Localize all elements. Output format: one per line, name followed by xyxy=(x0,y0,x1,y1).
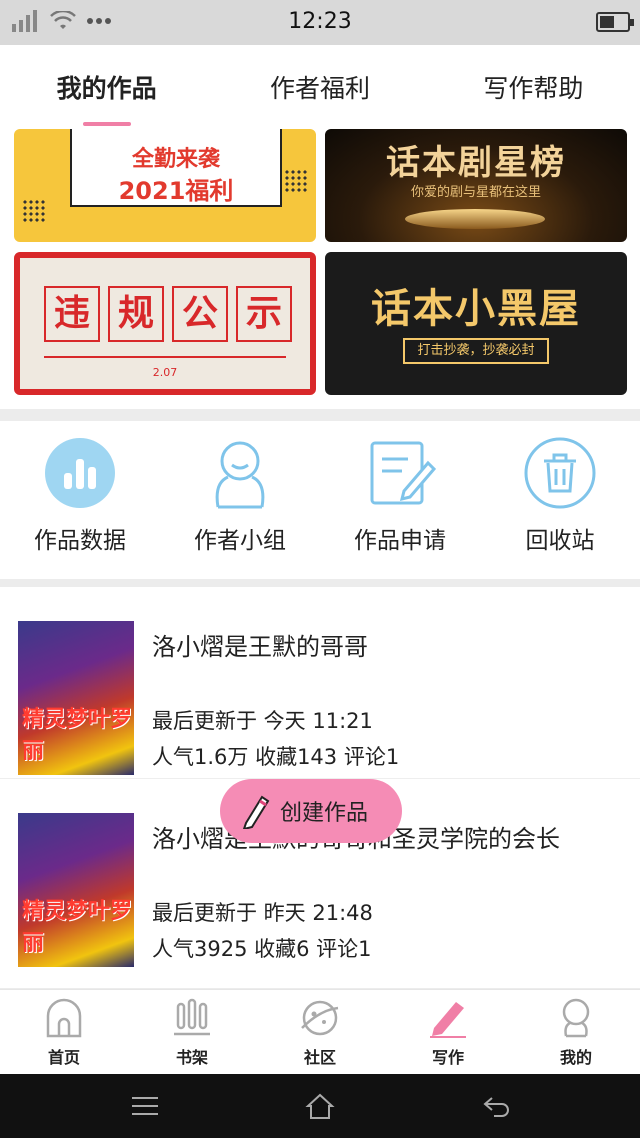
nav-label: 社区 xyxy=(303,1048,336,1067)
clock: 12:23 xyxy=(288,9,352,34)
welfare-banner[interactable]: 全勤来袭 2021福利 xyxy=(14,129,316,242)
home-button-icon[interactable] xyxy=(305,1092,335,1120)
bar-chart-icon xyxy=(45,438,115,508)
blacklist-subtitle: 打击抄袭，抄袭必封 xyxy=(403,338,549,364)
stage-graphic xyxy=(405,209,545,229)
create-work-label: 创建作品 xyxy=(280,801,369,826)
divider xyxy=(44,356,286,358)
pencil-icon xyxy=(242,795,270,829)
bookshelf-icon xyxy=(174,998,210,1036)
work-title: 洛小熠是王默的哥哥 xyxy=(152,633,368,661)
back-icon[interactable] xyxy=(482,1092,512,1120)
dot-pattern xyxy=(284,169,308,193)
violation-title: 违 规 公 示 xyxy=(44,286,292,342)
banner-card: 全勤来袭 2021福利 xyxy=(70,129,282,207)
nav-label: 我的 xyxy=(559,1048,592,1067)
status-bar: 12:23 xyxy=(0,0,640,45)
battery-icon xyxy=(596,12,634,32)
bottom-nav: 首页 书架 社区 写作 我的 xyxy=(0,989,640,1074)
top-tabs: 我的作品 作者福利 写作帮助 xyxy=(0,45,640,129)
nav-bookshelf[interactable]: 书架 xyxy=(128,990,256,1074)
nav-home[interactable]: 首页 xyxy=(0,990,128,1074)
banner-grid: 全勤来袭 2021福利 话本剧星榜 你爱的剧与星都在这里 违 规 公 示 2.0… xyxy=(0,129,640,409)
tool-label: 作品申请 xyxy=(354,528,446,554)
tool-author-group[interactable]: 作者小组 xyxy=(160,421,320,579)
tools-row: 作品数据 作者小组 作品申请 回收站 xyxy=(0,421,640,579)
profile-icon xyxy=(562,998,590,1038)
menu-icon[interactable] xyxy=(130,1092,160,1120)
home-icon xyxy=(46,998,82,1038)
cover-title: 精灵梦叶罗丽 xyxy=(22,707,133,764)
work-updated: 最后更新于 昨天 21:48 xyxy=(152,901,373,925)
violation-banner[interactable]: 违 规 公 示 2.07 xyxy=(14,252,316,395)
nav-label: 书架 xyxy=(175,1048,208,1067)
active-tab-indicator xyxy=(82,122,131,126)
welfare-line1: 全勤来袭 xyxy=(131,147,220,172)
nav-label: 写作 xyxy=(431,1048,464,1067)
welfare-line2: 2021福利 xyxy=(118,177,234,205)
work-cover: 精灵梦叶罗丽 xyxy=(18,813,134,967)
tool-work-data[interactable]: 作品数据 xyxy=(0,421,160,579)
tab-label: 写作帮助 xyxy=(483,74,584,103)
tab-author-benefits[interactable]: 作者福利 xyxy=(213,45,426,129)
tool-work-application[interactable]: 作品申请 xyxy=(320,421,480,579)
star-ranking-title: 话本剧星榜 xyxy=(386,143,566,183)
planet-icon xyxy=(301,1000,339,1036)
violation-date: 2.07 xyxy=(152,366,178,379)
blacklist-banner[interactable]: 话本小黑屋 打击抄袭，抄袭必封 xyxy=(325,252,627,395)
work-updated: 最后更新于 今天 11:21 xyxy=(152,709,373,733)
tool-label: 作者小组 xyxy=(194,528,286,554)
work-stats: 人气1.6万 收藏143 评论1 xyxy=(152,745,400,769)
tab-my-works[interactable]: 我的作品 xyxy=(0,45,213,129)
tool-label: 回收站 xyxy=(525,528,595,554)
edit-document-icon xyxy=(370,441,436,505)
create-work-button[interactable]: 创建作品 xyxy=(220,779,402,843)
tab-label: 作者福利 xyxy=(269,74,370,103)
work-item[interactable]: 精灵梦叶罗丽 洛小熠是王默的哥哥 最后更新于 今天 11:21 人气1.6万 收… xyxy=(0,587,640,779)
star-ranking-banner[interactable]: 话本剧星榜 你爱的剧与星都在这里 xyxy=(325,129,627,242)
cover-title: 精灵梦叶罗丽 xyxy=(22,899,133,956)
work-stats: 人气3925 收藏6 评论1 xyxy=(152,937,372,961)
title-char: 违 xyxy=(44,286,100,342)
title-char: 规 xyxy=(108,286,164,342)
title-char: 公 xyxy=(172,286,228,342)
blacklist-title: 话本小黑屋 xyxy=(371,286,581,332)
nav-label: 首页 xyxy=(47,1048,80,1067)
tool-recycle-bin[interactable]: 回收站 xyxy=(480,421,640,579)
nav-write[interactable]: 写作 xyxy=(384,990,512,1074)
title-char: 示 xyxy=(236,286,292,342)
tab-label: 我的作品 xyxy=(56,74,157,103)
tool-label: 作品数据 xyxy=(34,528,126,554)
nav-profile[interactable]: 我的 xyxy=(512,990,640,1074)
pen-icon xyxy=(430,1002,466,1038)
nav-community[interactable]: 社区 xyxy=(256,990,384,1074)
trash-icon xyxy=(524,437,596,509)
system-nav-bar xyxy=(0,1074,640,1138)
dot-pattern xyxy=(22,199,46,223)
group-icon xyxy=(215,441,265,509)
star-ranking-subtitle: 你爱的剧与星都在这里 xyxy=(410,185,541,200)
tab-writing-help[interactable]: 写作帮助 xyxy=(427,45,640,129)
work-cover: 精灵梦叶罗丽 xyxy=(18,621,134,775)
